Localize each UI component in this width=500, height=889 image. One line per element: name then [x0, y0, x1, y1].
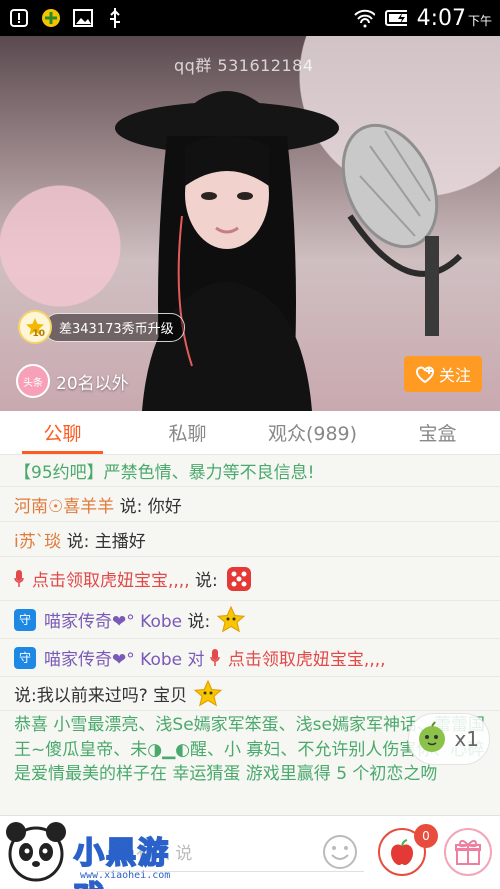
- headline-heart-icon: 头条: [16, 364, 50, 398]
- tab-public-chat[interactable]: 公聊: [0, 411, 125, 454]
- qq-group-watermark: qq群 531612184: [174, 56, 314, 75]
- level-badge: 10 差343173秀币升级: [18, 310, 185, 344]
- panda-logo-icon: [6, 822, 66, 882]
- star-icon: 10: [18, 310, 52, 344]
- say-label: 说:: [119, 496, 143, 517]
- username[interactable]: 河南☉喜羊羊: [14, 492, 114, 517]
- chat-list[interactable]: 【95约吧】严禁色情、暴力等不良信息! 河南☉喜羊羊 说: 你好 i苏`琰 说:…: [0, 455, 500, 815]
- chat-tabs: 公聊 私聊 观众(989) 宝盒: [0, 411, 500, 455]
- system-notice: 【95约吧】严禁色情、暴力等不良信息!: [0, 455, 500, 487]
- clock: 4:07 下午: [416, 5, 492, 31]
- notification-icon: [8, 7, 30, 29]
- star-emoji-icon: [217, 605, 246, 632]
- username[interactable]: 喵家传奇❤° Kobe: [44, 607, 182, 632]
- heart-plus-icon: [415, 366, 434, 383]
- gift-count: x1: [454, 727, 479, 751]
- claim-link[interactable]: 点击领取虎妞宝宝,,,,: [228, 645, 386, 670]
- wifi-icon: [353, 7, 375, 29]
- notice-text: 【95约吧】严禁色情、暴力等不良信息!: [14, 463, 315, 483]
- username[interactable]: 喵家传奇❤° Kobe: [44, 645, 182, 670]
- message-text: 说:我以前来过吗? 宝贝: [14, 686, 188, 706]
- chat-message: 点击领取虎妞宝宝,,,, 说:: [0, 557, 500, 601]
- gift-box-button[interactable]: [444, 828, 492, 876]
- follow-label: 关注: [438, 366, 471, 385]
- follow-button[interactable]: 关注: [404, 356, 482, 392]
- chat-message: 守 喵家传奇❤° Kobe 说:: [0, 601, 500, 639]
- mic-icon: [14, 569, 24, 587]
- streamer-image: [115, 91, 339, 411]
- username[interactable]: i苏`琰: [14, 527, 61, 552]
- level-progress-text: 差343173秀币升级: [44, 312, 185, 342]
- status-bar: 4:07 下午: [0, 0, 500, 36]
- apple-icon: [391, 839, 413, 865]
- image-icon: [72, 7, 94, 29]
- tab-private-chat[interactable]: 私聊: [125, 411, 250, 454]
- apple-count-badge: 0: [414, 824, 438, 848]
- say-label: 说:: [187, 612, 211, 632]
- bottom-bar: 有人 说 0 小黑游戏 www.xiaohei.com: [0, 815, 500, 889]
- tab-label: 观众(989): [267, 423, 358, 445]
- battery-icon: [384, 7, 407, 29]
- headline-label: 头条: [23, 377, 43, 389]
- tab-label: 公聊: [43, 423, 82, 445]
- microphone-image: [341, 123, 463, 336]
- chat-message: 守 喵家传奇❤° Kobe 对 点击领取虎妞宝宝,,,,: [0, 639, 500, 677]
- pea-gift-icon: [419, 721, 445, 752]
- emoji-button[interactable]: [322, 834, 358, 870]
- usb-icon: [104, 7, 126, 29]
- guard-badge: 守: [14, 608, 36, 631]
- message-text: 你好: [147, 496, 182, 517]
- gift-combo: x1: [408, 713, 490, 765]
- tab-treasure-box[interactable]: 宝盒: [375, 411, 500, 454]
- rank-badge: 头条 20名以外: [16, 364, 129, 398]
- chat-message: 说:我以前来过吗? 宝贝: [0, 677, 500, 711]
- tab-label: 私聊: [168, 423, 207, 445]
- level-number: 10: [32, 329, 45, 339]
- rank-text: 20名以外: [56, 373, 129, 394]
- mic-icon: [210, 648, 220, 666]
- logo-url: www.xiaohei.com: [80, 870, 171, 881]
- guard-badge: 守: [14, 646, 36, 669]
- say-label: 说:: [195, 571, 218, 591]
- gift-icon: [455, 839, 481, 865]
- tab-label: 宝盒: [418, 423, 457, 445]
- say-label: 说:: [66, 531, 90, 552]
- game-icon: [40, 7, 62, 29]
- tab-audience[interactable]: 观众(989): [250, 411, 375, 454]
- claim-link[interactable]: 点击领取虎妞宝宝,,,,: [32, 566, 190, 591]
- message-text: 主播好: [94, 531, 146, 552]
- live-video[interactable]: qq群 531612184 10 差343173秀币升级 头条 20名以外 关注: [0, 36, 500, 411]
- to-label: 对: [187, 650, 205, 670]
- star-emoji-icon: [193, 679, 223, 706]
- chat-message: 河南☉喜羊羊 说: 你好: [0, 487, 500, 522]
- chat-message: i苏`琰 说: 主播好: [0, 522, 500, 557]
- dice-icon: [226, 566, 251, 591]
- xiaohei-logo: 小黑游戏 www.xiaohei.com: [0, 818, 196, 889]
